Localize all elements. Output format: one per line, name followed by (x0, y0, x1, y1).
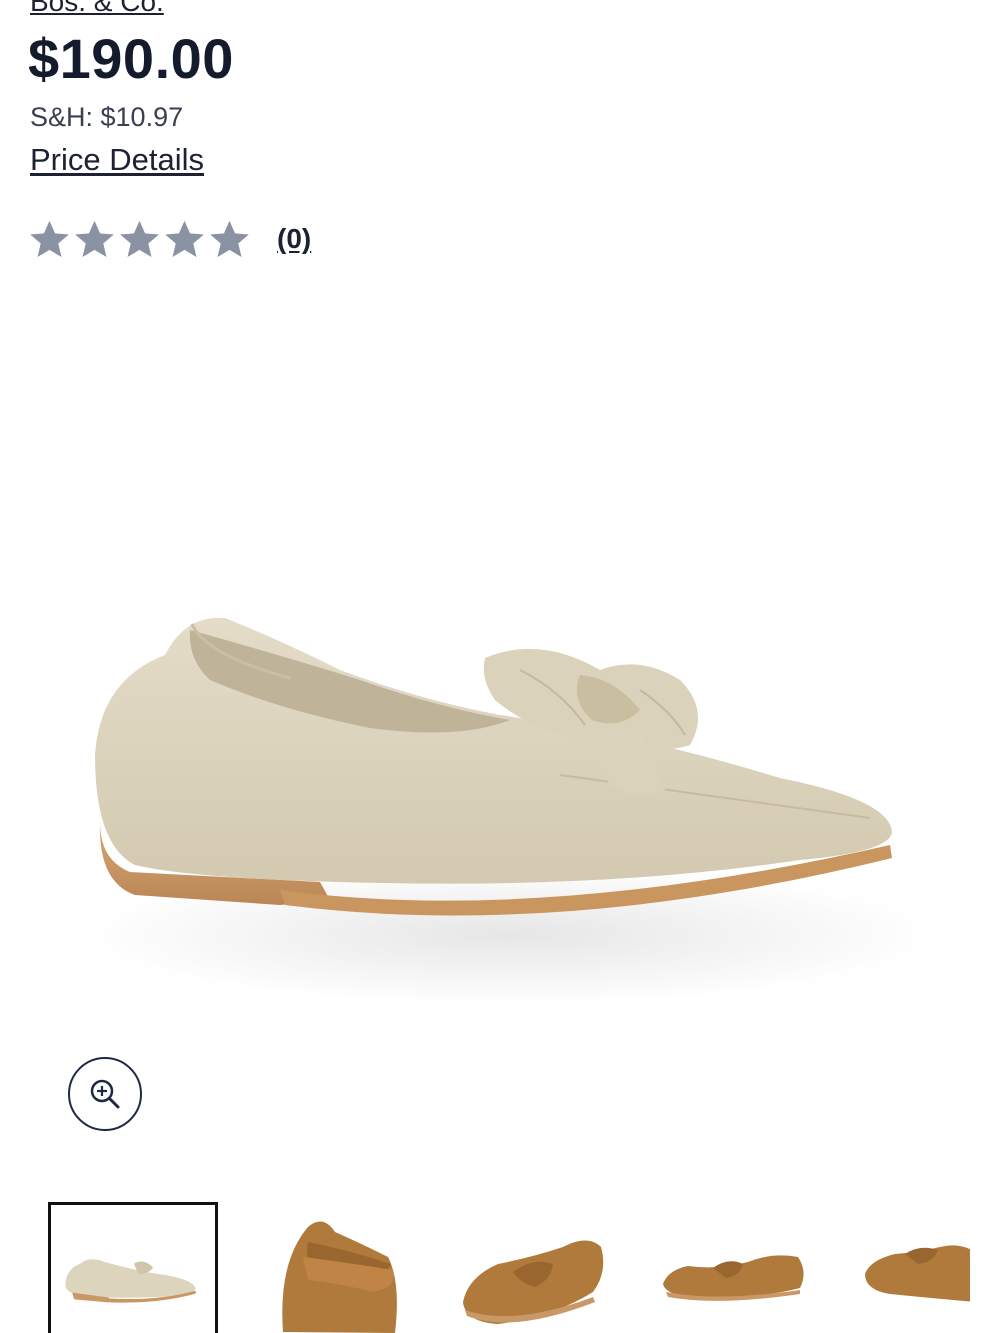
star-icon (165, 220, 204, 257)
thumbnail-strip (48, 1202, 970, 1333)
thumbnail-2[interactable] (263, 1202, 433, 1333)
review-count-link[interactable]: (0) (277, 223, 311, 255)
beige-loafer-thumbnail (65, 1259, 196, 1303)
star-rating (28, 218, 251, 261)
tan-loafer-side-thumbnail (663, 1255, 804, 1301)
star-icon (120, 220, 159, 257)
tan-loafer-front-thumbnail (282, 1221, 397, 1333)
star-icon (75, 220, 114, 257)
thumbnail-4[interactable] (658, 1202, 828, 1333)
zoom-in-icon (90, 1079, 120, 1109)
rating-summary[interactable]: (0) (28, 214, 311, 264)
thumbnail-1[interactable] (48, 1202, 218, 1333)
star-icon (30, 220, 69, 257)
product-price: $190.00 (28, 27, 234, 90)
tan-loafer-angled-thumbnail (463, 1240, 604, 1324)
shipping-cost: S&H: $10.97 (30, 102, 184, 132)
star-icon (210, 220, 249, 257)
price-details-link[interactable]: Price Details (30, 142, 204, 178)
zoom-button[interactable] (68, 1057, 142, 1131)
thumbnail-3[interactable] (453, 1202, 623, 1333)
main-product-image[interactable] (40, 560, 960, 1030)
brand-link[interactable]: Bos. & Co. (30, 0, 164, 18)
tan-loafer-partial-thumbnail (865, 1245, 970, 1302)
thumbnail-5[interactable] (860, 1202, 970, 1333)
